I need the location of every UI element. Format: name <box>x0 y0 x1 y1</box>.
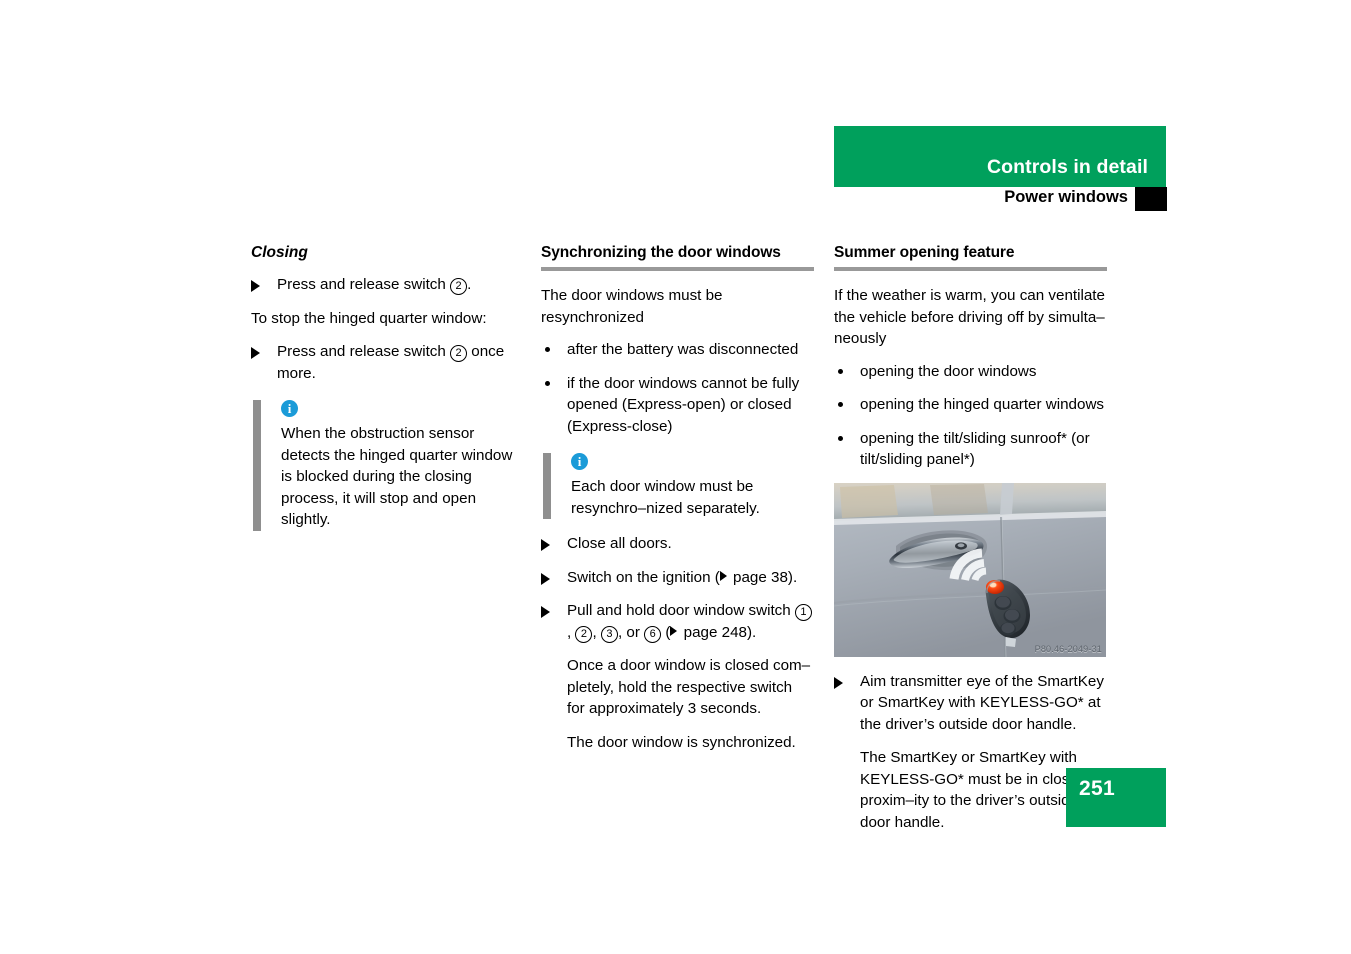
manual-page: Controls in detail Power windows Closing… <box>0 0 1351 954</box>
bullet-dot-icon <box>838 435 843 441</box>
left-step-1-text: Press and release switch <box>277 276 451 293</box>
arrow-bullet-icon <box>834 676 843 689</box>
middle-bullet-1: after the battery was disconnected <box>541 339 814 361</box>
middle-heading-synchronizing: Synchronizing the door windows <box>541 244 781 261</box>
circled-number-1: 1 <box>794 604 812 621</box>
figure-illustration <box>834 482 1106 657</box>
middle-step-3-sep2: , <box>592 623 597 641</box>
right-bullet-3: opening the tilt/sliding sunroof* (or ti… <box>834 428 1107 471</box>
right-bullet-1: opening the door windows <box>834 361 1107 383</box>
middle-intro-text: The door windows must be resynchronized <box>541 287 723 326</box>
right-step-1-text: Aim transmitter eye of the SmartKey or S… <box>860 672 1104 733</box>
middle-step-2-text: Switch on the ignition ( <box>567 568 720 586</box>
figure-smartkey-door-handle: P80.46-2049-31 <box>834 482 1106 657</box>
section-subtitle: Power windows <box>1004 188 1128 206</box>
middle-bullet-1-text: after the battery was disconnected <box>567 341 799 358</box>
right-column: Summer opening feature If the weather is… <box>834 243 1107 845</box>
right-bullet-3-text: opening the tilt/sliding sunroof* (or ti… <box>860 429 1090 469</box>
middle-column: Synchronizing the door windows The door … <box>541 243 814 765</box>
info-icon: i <box>571 453 588 470</box>
chapter-thumb-index-tab <box>1135 187 1167 211</box>
note-accent-bar <box>543 453 551 519</box>
arrow-bullet-icon <box>251 347 260 359</box>
heading-rule <box>834 267 1107 271</box>
page-reference-icon <box>670 626 678 636</box>
middle-bullet-2: if the door windows cannot be fully open… <box>541 373 814 438</box>
middle-step-2-page: page 38). <box>728 568 798 586</box>
page-title: Controls in detail <box>986 156 1148 178</box>
middle-note-text: Each door window must be resynchro–nized… <box>571 478 760 517</box>
circled-number-6: 6 <box>644 625 662 643</box>
right-bullet-1-text: opening the door windows <box>860 362 1037 380</box>
page-number-box: 251 <box>1066 768 1166 827</box>
middle-step-3-sep3: , or <box>617 623 640 641</box>
middle-step-2: Switch on the ignition ( page 38). <box>541 567 814 589</box>
left-step-2-text: Press and release switch <box>277 343 451 360</box>
arrow-bullet-icon <box>541 539 550 551</box>
bullet-dot-icon <box>838 368 843 374</box>
note-accent-bar <box>253 400 261 531</box>
left-heading-closing: Closing <box>251 244 308 261</box>
right-step-1: Aim transmitter eye of the SmartKey or S… <box>834 671 1107 736</box>
right-bullet-2-text: opening the hinged quarter windows <box>860 396 1105 413</box>
middle-step-3-text: Pull and hold door window switch <box>567 602 795 619</box>
middle-result-text: The door window is synchronized. <box>567 733 796 751</box>
left-step-1-tail: . <box>467 276 472 293</box>
middle-step-3-sep1: , <box>567 623 572 641</box>
circled-number-2: 2 <box>450 345 468 362</box>
arrow-bullet-icon <box>251 280 260 292</box>
left-step-1: Press and release switch 2. <box>251 274 524 296</box>
circled-number-3: 3 <box>600 625 618 643</box>
middle-step-1-text: Close all doors. <box>567 535 672 552</box>
middle-step-3: Pull and hold door window switch 1, 2, 3… <box>541 600 814 643</box>
bullet-dot-icon <box>545 380 550 386</box>
left-column: Closing Press and release switch 2. To s… <box>251 243 524 545</box>
left-step-2: Press and release switch 2 once more. <box>251 341 524 384</box>
header-subtitle-row: Power windows <box>834 187 1167 211</box>
arrow-bullet-icon <box>541 572 550 585</box>
heading-rule <box>541 267 814 271</box>
header-green-band: Controls in detail <box>834 126 1166 187</box>
bullet-dot-icon <box>545 347 550 352</box>
middle-step-3-page: page 248). <box>679 623 757 641</box>
figure-reference-code: P80.46-2049-31 <box>1034 643 1102 654</box>
page-reference-icon <box>719 571 727 581</box>
middle-bullet-2-text: if the door windows cannot be fully open… <box>567 374 800 435</box>
middle-info-note: i Each door window must be resynchro–niz… <box>541 453 814 519</box>
info-icon: i <box>281 400 298 417</box>
bullet-dot-icon <box>838 402 843 407</box>
arrow-bullet-icon <box>541 606 550 618</box>
middle-step-1: Close all doors. <box>541 533 814 555</box>
left-note-text: When the obstruction sensor detects the … <box>281 425 513 528</box>
right-heading-summer-opening: Summer opening feature <box>834 244 1015 261</box>
circled-number-2: 2 <box>450 278 468 295</box>
middle-step-3-detail: Once a door window is closed com–pletely… <box>567 657 811 717</box>
right-bullet-2: opening the hinged quarter windows <box>834 394 1107 416</box>
circled-number-2: 2 <box>575 625 593 643</box>
right-intro-text: If the weather is warm, you can ventilat… <box>834 287 1105 347</box>
left-paragraph-stop-hint: To stop the hinged quarter window: <box>251 309 487 327</box>
left-info-note: i When the obstruction sensor detects th… <box>251 400 524 531</box>
page-number: 251 <box>1079 777 1115 800</box>
